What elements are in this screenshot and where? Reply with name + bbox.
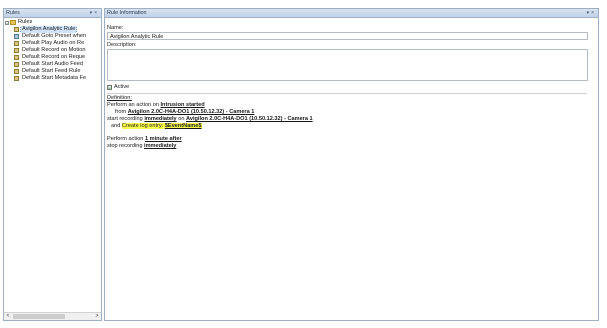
event-name-token-link[interactable]: $EventName$ bbox=[165, 123, 202, 129]
rule-information-header: Rule Information ▾× bbox=[105, 9, 598, 18]
rule-icon bbox=[14, 55, 19, 60]
close-icon[interactable]: × bbox=[94, 10, 99, 16]
rule-information-title: Rule Information bbox=[107, 10, 147, 16]
rules-pane-title: Rules bbox=[6, 10, 20, 16]
tree-item-label: Default Play Audio on Re bbox=[22, 40, 85, 46]
tree-item-default-goto-preset[interactable]: Default Goto Preset when bbox=[14, 33, 100, 40]
stop-timing-link[interactable]: immediately bbox=[144, 143, 176, 149]
definition-text-span: Perform action bbox=[107, 136, 145, 142]
tree-item-label: Default Start Metadata Fe bbox=[22, 75, 87, 81]
collapse-icon[interactable]: − bbox=[5, 20, 9, 25]
tree-item-label: Avigilon Analytic Rule bbox=[19, 26, 78, 33]
rule-icon bbox=[14, 41, 19, 46]
horizontal-scrollbar[interactable]: < > bbox=[4, 312, 101, 320]
rule-icon bbox=[14, 48, 19, 53]
rule-information-pane: Rule Information ▾× Name: Avigilon Analy… bbox=[104, 8, 599, 321]
definition-text-span: from bbox=[115, 109, 128, 115]
tree-item-default-start-audio-feed[interactable]: Default Start Audio Feed bbox=[14, 61, 100, 68]
tree-item-label: Default Start Audio Feed bbox=[22, 61, 83, 67]
pane-controls: ▾× bbox=[90, 9, 99, 17]
active-label: Active bbox=[114, 84, 130, 90]
description-label: Description: bbox=[107, 42, 137, 48]
source-link[interactable]: Avigilon 2.0C-H4A-DO1 (10.50.12.32) - Ca… bbox=[128, 109, 255, 115]
definition-text-span: and bbox=[111, 123, 122, 129]
tree-item-label: Default Goto Preset when bbox=[22, 33, 87, 39]
delay-link[interactable]: 1 minute after bbox=[145, 136, 182, 142]
tree-item-avigilon-analytic-rule[interactable]: Avigilon Analytic Rule bbox=[14, 26, 100, 33]
close-icon[interactable]: × bbox=[591, 10, 596, 16]
definition-line: start recording immediately on Avigilon … bbox=[107, 116, 587, 123]
definition-line: and Create log entry: $EventName$ bbox=[107, 123, 587, 130]
log-entry-action[interactable]: Create log entry: $EventName$ bbox=[121, 123, 202, 129]
definition-line: Perform action 1 minute after bbox=[107, 136, 587, 143]
tree-item-label: Default Start Feed Rule bbox=[22, 68, 81, 74]
definition-label: Definition: bbox=[107, 95, 132, 101]
tree-root-label: Rules bbox=[18, 19, 33, 25]
tree-item-default-play-audio[interactable]: Default Play Audio on Re bbox=[14, 40, 100, 47]
log-entry-label: Create log entry: bbox=[121, 123, 165, 129]
definition-text-span: stop recording bbox=[107, 143, 145, 149]
rule-icon bbox=[14, 34, 19, 39]
tree-item-default-record-on-request[interactable]: Default Record on Reque bbox=[14, 54, 100, 61]
rules-pane-header: Rules ▾× bbox=[4, 9, 101, 18]
tree-item-label: Default Record on Reque bbox=[22, 54, 86, 60]
definition-line: stop recording immediately bbox=[107, 143, 587, 150]
definition-text: Perform an action on Intrusion started f… bbox=[107, 102, 587, 150]
description-field[interactable] bbox=[107, 49, 588, 81]
definition-text-span: start recording bbox=[107, 116, 145, 122]
scroll-right-icon[interactable]: > bbox=[94, 313, 100, 320]
tree-item-default-start-metadata-feed[interactable]: Default Start Metadata Fe bbox=[14, 75, 100, 82]
scroll-left-icon[interactable]: < bbox=[5, 313, 11, 320]
folder-icon bbox=[10, 20, 16, 25]
name-field[interactable]: Avigilon Analytic Rule bbox=[107, 32, 588, 40]
tree-root-rules[interactable]: − Rules bbox=[4, 19, 101, 26]
event-link[interactable]: Intrusion started bbox=[160, 102, 204, 108]
rule-icon bbox=[14, 76, 19, 81]
target-camera-link[interactable]: Avigilon 2.0C-H4A-DO1 (10.50.12.32) - Ca… bbox=[186, 116, 313, 122]
definition-line: from Avigilon 2.0C-H4A-DO1 (10.50.12.32)… bbox=[107, 109, 587, 116]
divider bbox=[107, 93, 587, 94]
name-label: Name: bbox=[107, 25, 124, 31]
definition-line: Perform an action on Intrusion started bbox=[107, 102, 587, 109]
active-checkbox-row[interactable]: ☑ Active bbox=[107, 84, 129, 90]
scroll-thumb[interactable] bbox=[13, 314, 65, 319]
rules-pane: Rules ▾× − Rules Avigilon Analytic Rule … bbox=[3, 8, 102, 321]
timing-link[interactable]: immediately bbox=[144, 116, 176, 122]
active-checkbox[interactable]: ☑ bbox=[107, 84, 112, 90]
tree-item-default-start-feed-rule[interactable]: Default Start Feed Rule bbox=[14, 68, 100, 75]
rule-icon bbox=[14, 69, 19, 74]
rule-icon bbox=[14, 27, 19, 32]
definition-text-span: on bbox=[176, 116, 186, 122]
pane-controls: ▾× bbox=[587, 9, 596, 17]
rule-icon bbox=[14, 62, 19, 67]
tree-item-default-record-on-motion[interactable]: Default Record on Motion bbox=[14, 47, 100, 54]
tree-item-label: Default Record on Motion bbox=[22, 47, 86, 53]
definition-text-span: Perform an action on bbox=[107, 102, 161, 108]
rules-tree: − Rules Avigilon Analytic Rule Default G… bbox=[4, 18, 101, 82]
